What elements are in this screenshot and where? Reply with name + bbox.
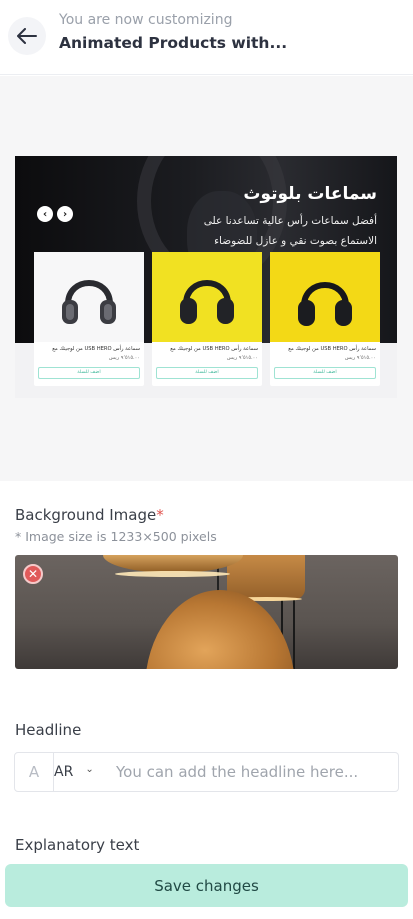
add-to-cart-button[interactable]: اضف للسلة — [38, 367, 140, 379]
headphones-image — [34, 252, 144, 342]
headphones-image — [152, 252, 262, 342]
add-to-cart-button[interactable]: اضف للسلة — [156, 367, 258, 379]
text-style-icon: A — [14, 752, 54, 792]
product-name: سماعة رأس USB HERO من لوجيتك مع — [52, 346, 140, 352]
product-price: ٩٬٥١٥.٠٠ ريس — [344, 355, 376, 361]
banner-description: أفضل سماعات رأس عالية تساعدنا على الاستم… — [203, 215, 377, 247]
background-image-label-text: Background Image — [15, 506, 157, 524]
explanatory-text-label: Explanatory text — [15, 836, 140, 854]
banner-preview[interactable]: سماعات بلوتوث أفضل سماعات رأس عالية تساع… — [15, 156, 397, 398]
add-to-cart-button[interactable]: اضف للسلة — [274, 367, 376, 379]
product-name: سماعة رأس USB HERO من لوجيتك مع — [170, 346, 258, 352]
remove-image-button[interactable]: ✕ — [23, 564, 43, 584]
close-icon: ✕ — [27, 567, 39, 581]
product-card[interactable]: سماعة رأس USB HERO من لوجيتك مع ٩٬٥١٥.٠٠… — [270, 252, 380, 386]
slider-next-icon[interactable]: › — [57, 206, 73, 222]
headline-input[interactable] — [106, 752, 399, 792]
header-subtitle: You are now customizing — [59, 12, 233, 28]
product-card[interactable]: سماعة رأس USB HERO من لوجيتك مع ٩٬٥١٥.٠٠… — [152, 252, 262, 386]
banner-title: سماعات بلوتوث — [243, 184, 377, 204]
back-button[interactable] — [8, 17, 46, 55]
image-size-hint: * Image size is 1233×500 pixels — [15, 529, 217, 544]
page-header: You are now customizing Animated Product… — [0, 0, 413, 75]
chevron-down-icon: ⌄ — [85, 763, 94, 775]
slider-prev-icon[interactable]: ‹ — [37, 206, 53, 222]
language-value: AR — [54, 764, 74, 780]
save-button[interactable]: Save changes — [5, 864, 408, 907]
footer: Save changes — [0, 856, 413, 919]
page-title: Animated Products with... — [59, 34, 288, 52]
product-price: ٩٬٥١٥.٠٠ ريس — [226, 355, 258, 361]
language-select[interactable]: AR ⌄ — [54, 752, 106, 792]
required-mark: * — [156, 506, 164, 524]
arrow-left-icon — [17, 28, 37, 44]
background-image-label: Background Image* — [15, 506, 164, 524]
product-card[interactable]: سماعة رأس USB HERO من لوجيتك مع ٩٬٥١٥.٠٠… — [34, 252, 144, 386]
headphones-image — [270, 252, 380, 342]
background-image-preview[interactable]: ✕ — [15, 555, 398, 669]
product-name: سماعة رأس USB HERO من لوجيتك مع — [288, 346, 376, 352]
lamp-shade — [145, 590, 295, 669]
headline-label: Headline — [15, 721, 82, 739]
product-price: ٩٬٥١٥.٠٠ ريس — [108, 355, 140, 361]
preview-area: سماعات بلوتوث أفضل سماعات رأس عالية تساع… — [0, 76, 413, 481]
